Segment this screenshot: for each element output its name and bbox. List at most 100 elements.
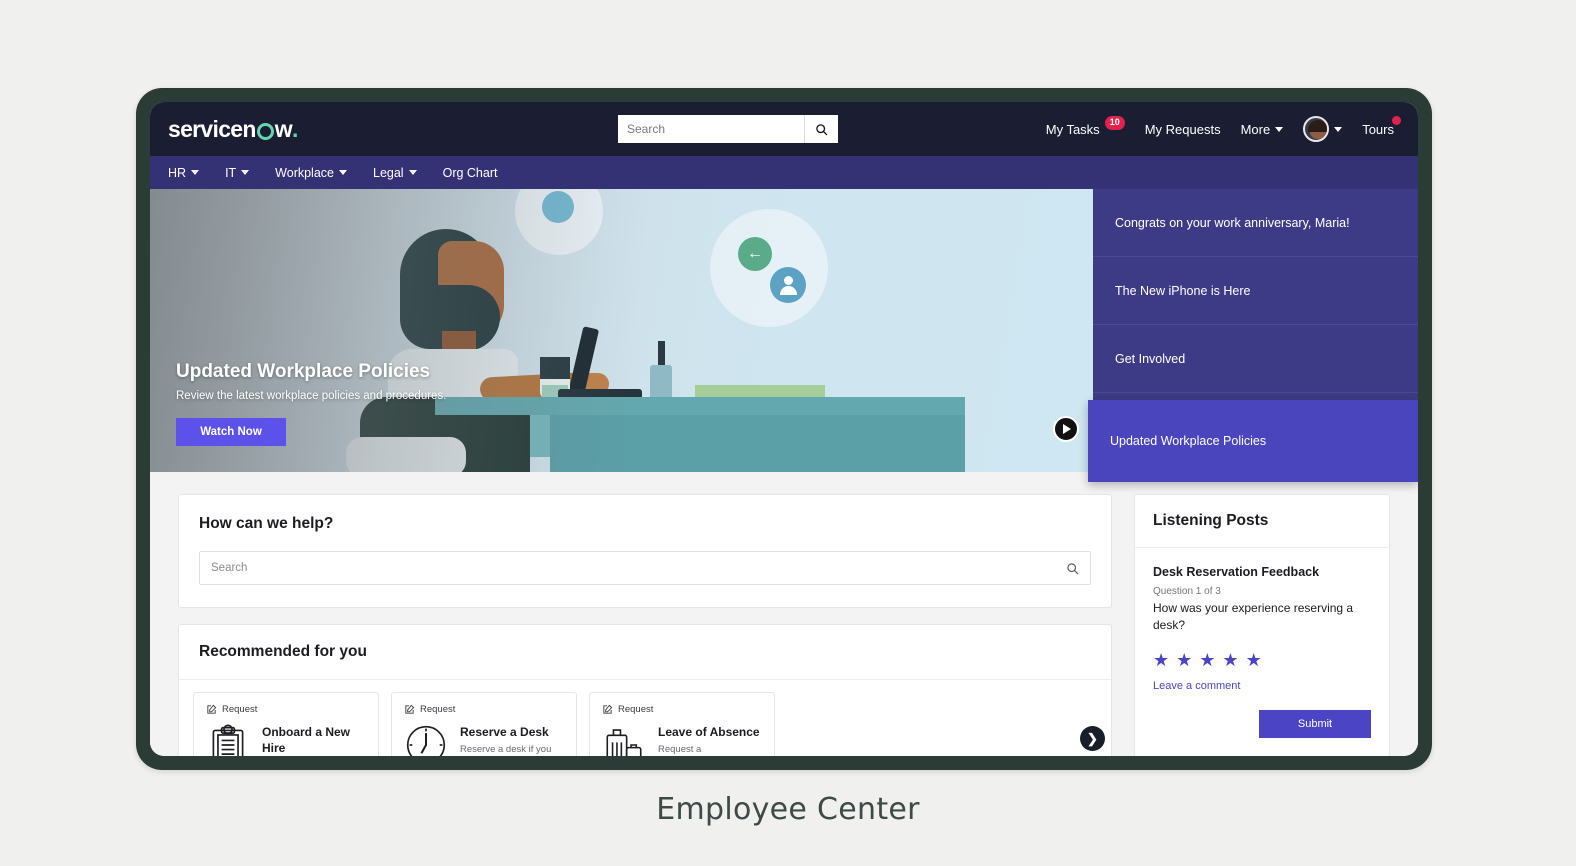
chevron-down-icon	[1275, 126, 1284, 132]
recommended-item-onboard[interactable]: Request Onboard a New Hire	[193, 692, 379, 756]
device-frame: servicen w. My Tasks 10 My Requests	[136, 88, 1432, 770]
my-tasks-badge: 10	[1104, 116, 1125, 130]
help-search-card: How can we help?	[178, 494, 1112, 608]
recommended-card: Recommended for you Request Onboard a Ne…	[178, 624, 1112, 756]
my-requests-label: My Requests	[1144, 121, 1221, 137]
submit-button[interactable]: Submit	[1259, 709, 1371, 738]
header-search-input[interactable]	[618, 115, 804, 143]
announcement-label: Updated Workplace Policies	[1110, 434, 1267, 448]
logo-dot: .	[291, 115, 298, 142]
more-menu[interactable]: More	[1241, 122, 1284, 137]
logo-text-right: w	[274, 115, 293, 142]
main-content: How can we help? Recommended for you	[150, 472, 1418, 756]
main-navigation: HR IT Workplace Legal Org Chart	[150, 156, 1418, 189]
logo-o-ring-icon	[256, 122, 274, 140]
announcement-carousel: Congrats on your work anniversary, Maria…	[1088, 189, 1418, 482]
survey-question: How was your experience reserving a desk…	[1153, 601, 1354, 632]
request-edit-icon	[405, 704, 415, 714]
announcement-label: Congrats on your work anniversary, Maria…	[1115, 215, 1350, 230]
recommended-header: Recommended for you	[179, 625, 1111, 680]
nav-item-org-chart[interactable]: Org Chart	[443, 166, 498, 180]
hero-content: Updated Workplace Policies Review the la…	[176, 361, 446, 446]
item-name: Reserve a Desk	[460, 725, 549, 739]
tours-notification-dot	[1392, 115, 1401, 125]
page-caption: Employee Center	[656, 792, 920, 827]
luggage-icon	[606, 729, 642, 756]
chevron-down-icon	[1334, 126, 1343, 132]
hero-title: Updated Workplace Policies	[176, 361, 431, 382]
my-requests-link[interactable]: My Requests	[1145, 122, 1221, 137]
star-icon-4[interactable]: ★	[1222, 651, 1238, 669]
user-menu[interactable]	[1303, 116, 1343, 142]
chevron-down-icon	[191, 170, 200, 175]
browser-viewport: servicen w. My Tasks 10 My Requests	[150, 102, 1418, 756]
item-name: Leave of Absence	[658, 725, 760, 739]
my-tasks-link[interactable]: My Tasks 10	[1045, 116, 1125, 137]
tours-label: Tours	[1362, 121, 1394, 137]
search-icon	[816, 123, 828, 135]
recommended-item-leave-of-absence[interactable]: Request Leave of Absence Request a	[589, 692, 775, 756]
listening-posts-card: Listening Posts Desk Reservation Feedbac…	[1134, 494, 1390, 756]
chevron-down-icon	[241, 170, 250, 175]
hero-row: ←	[150, 189, 1418, 482]
nav-label: IT	[225, 165, 237, 180]
tours-link[interactable]: Tours	[1362, 115, 1401, 137]
star-icon-3[interactable]: ★	[1199, 651, 1215, 669]
header-search[interactable]	[618, 115, 838, 143]
recommended-item-reserve-desk[interactable]: Request Reserve a Desk Reserve a desk if…	[391, 692, 577, 756]
announcement-item-get-involved[interactable]: Get Involved	[1093, 325, 1418, 393]
listening-posts-header: Listening Posts	[1135, 495, 1389, 548]
clock-icon	[406, 725, 446, 756]
item-type-label: Request	[618, 704, 654, 715]
announcement-item-anniversary[interactable]: Congrats on your work anniversary, Maria…	[1093, 189, 1418, 257]
recommended-carousel: Request Onboard a New Hire Request Reser…	[179, 680, 1111, 756]
item-type: Request	[206, 704, 366, 715]
app-header: servicen w. My Tasks 10 My Requests	[150, 102, 1418, 156]
announcement-label: Get Involved	[1115, 351, 1186, 366]
listening-posts-body: Desk Reservation Feedback Question 1 of …	[1135, 548, 1389, 756]
nav-label: Org Chart	[442, 165, 498, 180]
star-rating[interactable]: ★ ★ ★ ★ ★	[1153, 651, 1371, 669]
header-search-button[interactable]	[804, 115, 838, 143]
item-type: Request	[404, 704, 564, 715]
item-type-label: Request	[420, 704, 456, 715]
item-name: Onboard a New Hire	[262, 725, 351, 756]
clipboard-icon	[212, 724, 244, 756]
star-icon-2[interactable]: ★	[1176, 651, 1192, 669]
more-label: More	[1240, 121, 1271, 137]
hero-banner: ←	[150, 189, 1093, 472]
search-icon	[1067, 562, 1079, 574]
nav-label: Legal	[373, 165, 404, 180]
servicenow-logo[interactable]: servicen w.	[168, 116, 298, 143]
help-title: How can we help?	[199, 515, 334, 532]
item-desc: Reserve a desk if you are	[460, 744, 552, 756]
nav-item-legal[interactable]: Legal	[373, 166, 417, 180]
nav-item-hr[interactable]: HR	[168, 165, 200, 180]
help-search-box[interactable]	[199, 551, 1091, 585]
logo-text-left: servicen	[168, 115, 256, 142]
right-column: Listening Posts Desk Reservation Feedbac…	[1134, 494, 1390, 756]
request-edit-icon	[603, 704, 613, 714]
watch-now-button[interactable]: Watch Now	[176, 418, 286, 446]
avatar	[1303, 116, 1330, 142]
announcement-item-workplace-policies[interactable]: Updated Workplace Policies	[1088, 400, 1418, 482]
nav-item-workplace[interactable]: Workplace	[275, 166, 347, 180]
question-counter: Question 1 of 3	[1153, 586, 1221, 597]
header-right-controls: My Tasks 10 My Requests More Tours	[1045, 115, 1401, 142]
star-icon-5[interactable]: ★	[1246, 651, 1262, 669]
chevron-down-icon	[408, 170, 417, 175]
recommended-next-button[interactable]: ❯	[1080, 726, 1105, 751]
recommended-title: Recommended for you	[199, 643, 367, 660]
nav-label: HR	[168, 165, 187, 180]
item-desc: Request a	[658, 744, 702, 756]
carousel-play-button[interactable]	[1053, 416, 1079, 442]
item-type: Request	[602, 704, 762, 715]
leave-comment-link[interactable]: Leave a comment	[1153, 680, 1371, 692]
my-tasks-label: My Tasks	[1045, 121, 1100, 137]
nav-item-it[interactable]: IT	[225, 165, 250, 180]
announcement-item-iphone[interactable]: The New iPhone is Here	[1093, 257, 1418, 325]
star-icon-1[interactable]: ★	[1153, 651, 1169, 669]
request-edit-icon	[207, 704, 217, 714]
help-search-input[interactable]	[211, 562, 1066, 574]
hero-subtitle: Review the latest workplace policies and…	[176, 390, 447, 402]
